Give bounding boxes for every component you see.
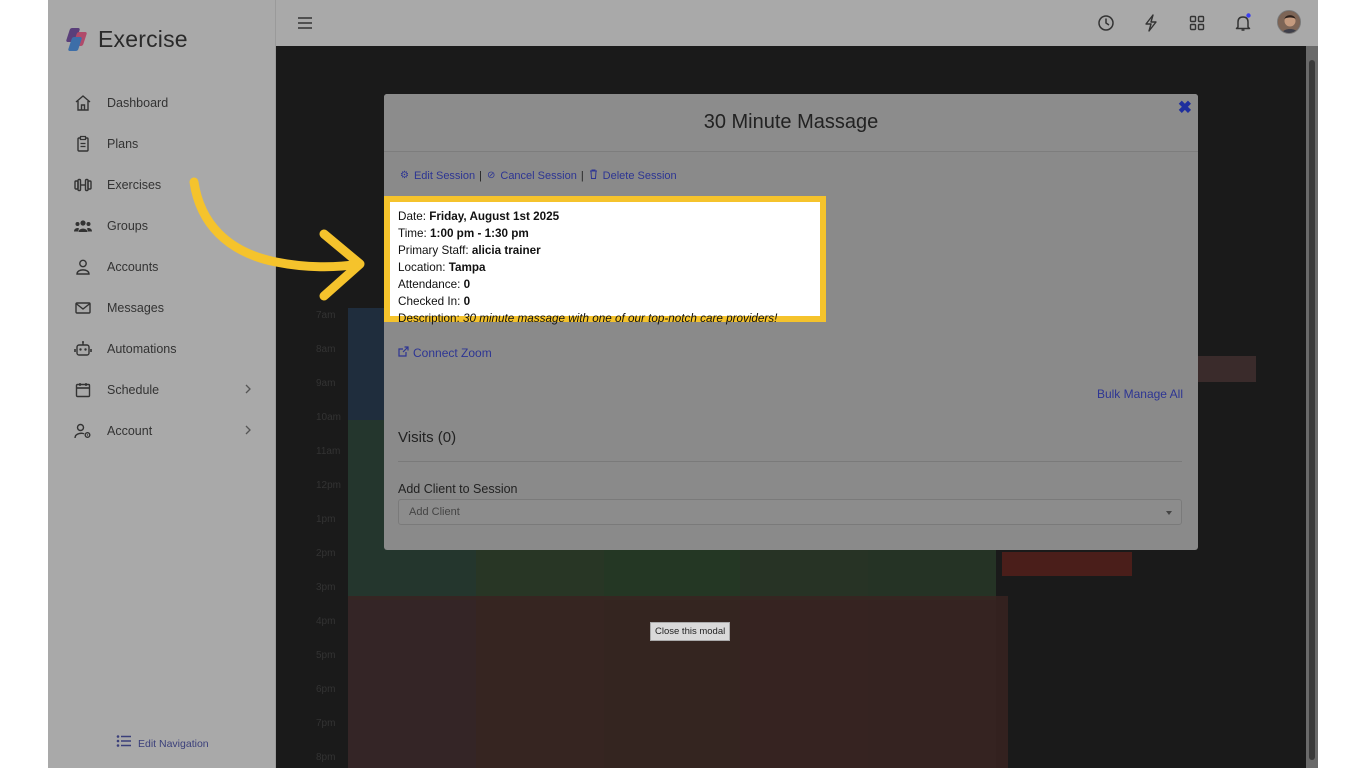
brand[interactable]: Exercise — [65, 24, 188, 54]
connect-zoom-label: Connect Zoom — [413, 346, 492, 360]
user-gear-icon — [72, 421, 94, 441]
hour-label: 8am — [316, 344, 336, 355]
close-modal-tooltip: Close this modal — [650, 622, 731, 641]
hour-label: 4pm — [316, 616, 336, 627]
sidebar-item-label: Automations — [107, 342, 177, 356]
chevron-right-icon — [244, 382, 252, 400]
session-actions: ⚙ Edit Session | ⊘ Cancel Session | Dele… — [400, 169, 677, 182]
user-icon — [72, 257, 94, 277]
edit-session-label: Edit Session — [413, 169, 476, 182]
hour-label: 1pm — [316, 514, 336, 525]
hour-label: 7pm — [316, 718, 336, 729]
trash-icon — [589, 169, 598, 182]
add-client-label: Add Client to Session — [398, 482, 518, 496]
chevron-right-icon — [244, 423, 252, 441]
grid-icon[interactable] — [1185, 11, 1209, 35]
session-modal: 30 Minute Massage ✖ ⚙ Edit Session | ⊘ C… — [384, 94, 1198, 550]
sidebar-item-label: Plans — [107, 137, 139, 151]
hour-label: 12pm — [316, 480, 342, 491]
hour-label: 11am — [316, 446, 341, 457]
add-client-select[interactable]: Add Client — [398, 499, 1182, 525]
delete-session-link[interactable]: Delete Session — [589, 169, 677, 182]
modal-header: 30 Minute Massage ✖ — [384, 94, 1198, 152]
sidebar: Exercise Dashboard Plans Exercises Group… — [48, 0, 276, 768]
delete-session-label: Delete Session — [602, 169, 677, 182]
sidebar-item-label: Exercises — [107, 178, 162, 192]
ban-icon: ⊘ — [486, 170, 496, 181]
checked-in-row: Checked In: 0 — [398, 295, 471, 308]
hour-label: 5pm — [316, 650, 336, 661]
sidebar-item-label: Accounts — [107, 260, 159, 274]
session-details-highlight: Date: Friday, August 1st 2025 Time: 1:00… — [384, 196, 826, 325]
hour-label: 6pm — [316, 684, 336, 695]
sidebar-item-account[interactable]: Account — [72, 417, 252, 445]
bell-icon[interactable] — [1231, 11, 1255, 35]
clipboard-icon — [72, 134, 94, 154]
list-icon — [116, 734, 132, 753]
home-icon — [72, 93, 94, 113]
hour-label: 3pm — [316, 582, 336, 593]
sidebar-item-dashboard[interactable]: Dashboard — [72, 89, 252, 117]
caret-down-icon — [1166, 511, 1172, 515]
calendar-icon — [72, 380, 94, 400]
time-row: Time: 1:00 pm - 1:30 pm — [398, 227, 529, 240]
divider — [398, 461, 1182, 462]
attendance-row: Attendance: 0 — [398, 278, 471, 291]
add-client-placeholder: Add Client — [409, 506, 460, 518]
clock-icon[interactable] — [1094, 11, 1118, 35]
hour-label: 2pm — [316, 548, 336, 559]
sidebar-item-label: Schedule — [107, 383, 160, 397]
gear-icon: ⚙ — [400, 170, 409, 181]
bolt-icon[interactable] — [1139, 11, 1163, 35]
edit-session-link[interactable]: ⚙ Edit Session — [400, 170, 475, 182]
scrollbar-thumb[interactable] — [1309, 60, 1315, 760]
visits-heading: Visits (0) — [398, 429, 457, 446]
sidebar-item-label: Groups — [107, 219, 148, 233]
external-link-icon — [398, 346, 409, 360]
users-icon — [72, 216, 94, 236]
primary-staff-row: Primary Staff: alicia trainer — [398, 244, 541, 257]
cancel-session-link[interactable]: ⊘ Cancel Session — [487, 170, 577, 182]
sidebar-item-label: Dashboard — [107, 96, 169, 110]
envelope-icon — [72, 298, 94, 318]
app-name: Exercise — [98, 25, 188, 52]
modal-title: 30 Minute Massage — [703, 111, 879, 133]
menu-icon[interactable] — [293, 11, 317, 35]
top-bar — [276, 0, 1318, 46]
sidebar-item-plans[interactable]: Plans — [72, 130, 252, 158]
robot-icon — [72, 339, 94, 359]
cancel-session-label: Cancel Session — [500, 169, 577, 182]
location-row: Location: Tampa — [398, 261, 486, 274]
edit-navigation-link[interactable]: Edit Navigation — [116, 734, 209, 753]
sidebar-item-automations[interactable]: Automations — [72, 335, 252, 363]
edit-navigation-label: Edit Navigation — [138, 737, 209, 750]
date-row: Date: Friday, August 1st 2025 — [398, 210, 560, 223]
app-window: Exercise Dashboard Plans Exercises Group… — [48, 0, 1318, 768]
sidebar-item-label: Account — [107, 424, 153, 438]
connect-zoom-link[interactable]: Connect Zoom — [398, 346, 492, 360]
close-icon[interactable]: ✖ — [1178, 98, 1192, 118]
dumbbell-icon — [72, 175, 94, 195]
hour-label: 10am — [316, 412, 342, 423]
hour-label: 8pm — [316, 752, 336, 763]
description-row: Description: 30 minute massage with one … — [398, 312, 778, 325]
avatar[interactable] — [1277, 10, 1301, 34]
page-scrollbar[interactable] — [1306, 46, 1318, 768]
calendar-event-block — [1002, 552, 1132, 576]
sidebar-item-label: Messages — [107, 301, 164, 315]
notification-dot — [1246, 13, 1251, 18]
hour-label: 9am — [316, 378, 336, 389]
sidebar-item-schedule[interactable]: Schedule — [72, 376, 252, 404]
bulk-manage-all-link[interactable]: Bulk Manage All — [1097, 387, 1183, 401]
app-logo — [65, 26, 90, 52]
callout-arrow-icon — [189, 177, 365, 301]
